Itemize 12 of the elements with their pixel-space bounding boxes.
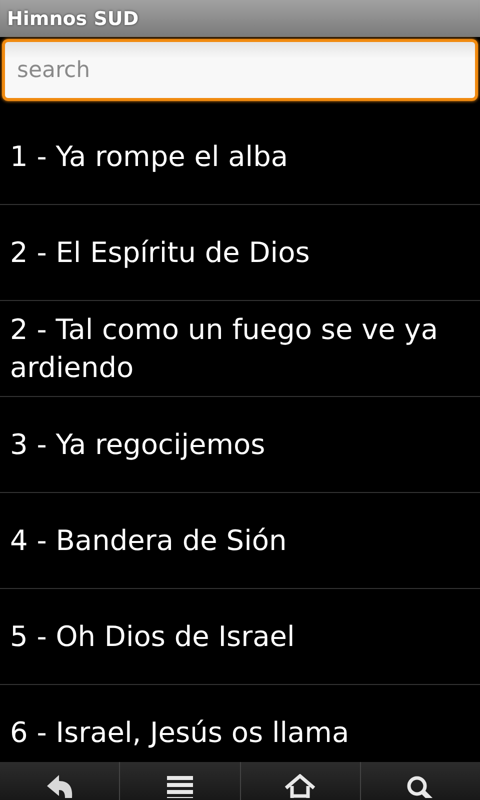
hymn-list-item[interactable]: 2 - Tal como un fuego se ve ya ardiendo [0,301,480,397]
search-field[interactable]: search [2,39,478,101]
hymn-list-item[interactable]: 3 - Ya regocijemos [0,397,480,493]
hymn-list-item[interactable]: 2 - El Espíritu de Dios [0,205,480,301]
hymn-list-item[interactable]: 4 - Bandera de Sión [0,493,480,589]
hymn-list-item[interactable]: 5 - Oh Dios de Israel [0,589,480,685]
menu-icon [166,774,194,798]
search-icon [405,774,436,798]
window-title: Himnos SUD [7,8,139,30]
hymn-list-item[interactable]: 1 - Ya rompe el alba [0,109,480,205]
home-icon [284,774,316,798]
back-arrow-icon [44,774,75,798]
